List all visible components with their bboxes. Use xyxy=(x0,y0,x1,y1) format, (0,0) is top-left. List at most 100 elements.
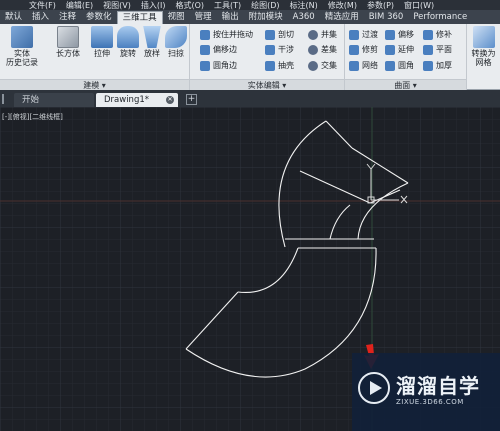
shell-icon xyxy=(265,60,275,71)
tab-start[interactable]: 开始 xyxy=(14,93,94,107)
interfere-icon xyxy=(265,44,275,55)
tab-featured-apps[interactable]: 精选应用 xyxy=(320,11,364,24)
menu-view[interactable]: 视图(V) xyxy=(98,0,136,11)
box-label: 长方体 xyxy=(56,49,80,58)
outer-arc-upper xyxy=(278,120,327,248)
thicken-button[interactable]: 加厚 xyxy=(423,59,452,72)
ribbon: 实体 历史记录 长方体 拉伸 旋转 放样 扫掠 建模 ▾ 按住并拖动 偏移边 圆… xyxy=(0,24,500,90)
network-icon xyxy=(349,60,359,71)
extend-button[interactable]: 延伸 xyxy=(385,43,414,56)
tab-start-label: 开始 xyxy=(22,95,40,105)
menu-tools[interactable]: 工具(T) xyxy=(209,0,246,11)
intersect-icon xyxy=(308,60,318,71)
network-label: 网络 xyxy=(362,61,378,70)
offset-surface-button[interactable]: 偏移 xyxy=(385,28,414,41)
panel-surface: 过渡 修剪 网络 偏移 延伸 圆角 修补 平面 加厚 曲面 ▾ xyxy=(345,24,467,90)
new-tab-plus-icon[interactable]: + xyxy=(186,94,197,105)
interfere-button[interactable]: 干涉 xyxy=(265,43,294,56)
convert-to-mesh-label: 转换为 网格 xyxy=(471,49,496,67)
tab-annotate[interactable]: 注释 xyxy=(54,11,81,24)
tab-drawing1[interactable]: Drawing1* ✕ xyxy=(96,93,178,107)
union-button[interactable]: 并集 xyxy=(308,28,337,41)
fillet-surface-button[interactable]: 圆角 xyxy=(385,59,414,72)
panel-modeling: 实体 历史记录 长方体 拉伸 旋转 放样 扫掠 建模 ▾ xyxy=(0,24,190,90)
panel-convert: 转换为 网格 xyxy=(467,24,500,90)
shell-label: 抽壳 xyxy=(278,61,294,70)
mesh-icon xyxy=(472,26,495,48)
top-edge xyxy=(325,120,353,149)
fillet-edge-button[interactable]: 圆角边 xyxy=(200,59,237,72)
subtract-button[interactable]: 差集 xyxy=(308,43,337,56)
tab-3d-tools[interactable]: 三维工具 xyxy=(116,11,163,24)
planar-button[interactable]: 平面 xyxy=(423,43,452,56)
offset-surface-icon xyxy=(385,29,395,40)
tab-drawing1-label: Drawing1* xyxy=(104,95,150,105)
tab-default[interactable]: 默认 xyxy=(0,11,27,24)
blend-button[interactable]: 过渡 xyxy=(349,28,378,41)
ribbon-tab-bar: 默认 插入 注释 参数化 三维工具 视图 管理 输出 附加模块 A360 精选应… xyxy=(0,10,500,24)
presspull-button[interactable]: 按住并拖动 xyxy=(200,28,253,41)
outer-arc-lower xyxy=(185,247,377,378)
trim-button[interactable]: 修补 xyxy=(423,28,452,41)
close-icon[interactable]: ✕ xyxy=(166,96,174,104)
sweep-icon xyxy=(165,26,187,48)
tab-output[interactable]: 输出 xyxy=(217,11,244,24)
fillet-surface-label: 圆角 xyxy=(398,61,414,70)
offset-edge-button[interactable]: 偏移边 xyxy=(200,43,237,56)
solid-history-button[interactable]: 实体 历史记录 xyxy=(4,26,40,67)
tab-parametric[interactable]: 参数化 xyxy=(81,11,117,24)
tab-menu-icon[interactable] xyxy=(2,94,10,104)
menu-format[interactable]: 格式(O) xyxy=(170,0,209,11)
network-button[interactable]: 网络 xyxy=(349,59,378,72)
planar-label: 平面 xyxy=(436,45,452,54)
watermark-title: 溜溜自学 xyxy=(396,374,480,398)
union-label: 并集 xyxy=(321,30,337,39)
menu-dimension[interactable]: 标注(N) xyxy=(285,0,323,11)
menu-bar: 文件(F) 编辑(E) 视图(V) 插入(I) 格式(O) 工具(T) 绘图(D… xyxy=(0,0,500,10)
menu-file[interactable]: 文件(F) xyxy=(24,0,61,11)
menu-insert[interactable]: 插入(I) xyxy=(136,0,171,11)
panel-solid-editing: 按住并拖动 偏移边 圆角边 剖切 干涉 抽壳 并集 差集 交集 实体编辑 ▾ xyxy=(190,24,345,90)
union-icon xyxy=(308,29,318,40)
presspull-icon xyxy=(200,29,210,40)
blend-label: 过渡 xyxy=(362,30,378,39)
offset-surface-label: 偏移 xyxy=(398,30,414,39)
document-tab-bar: 开始 Drawing1* ✕ + xyxy=(0,90,500,107)
sweep-label: 扫掠 xyxy=(168,49,184,58)
shell-button[interactable]: 抽壳 xyxy=(265,59,294,72)
menu-window[interactable]: 窗口(W) xyxy=(399,0,439,11)
convert-to-mesh-button[interactable]: 转换为 网格 xyxy=(467,26,500,67)
slice-icon xyxy=(265,29,275,40)
menu-draw[interactable]: 绘图(D) xyxy=(246,0,284,11)
patch-button[interactable]: 修剪 xyxy=(349,43,378,56)
tab-insert[interactable]: 插入 xyxy=(27,11,54,24)
trim-icon xyxy=(423,29,433,40)
slice-button[interactable]: 剖切 xyxy=(265,28,294,41)
box-icon xyxy=(57,26,79,48)
tab-addins[interactable]: 附加模块 xyxy=(244,11,288,24)
tab-a360[interactable]: A360 xyxy=(288,11,320,24)
patch-icon xyxy=(349,44,359,55)
viewport-controls-label[interactable]: [-][俯视][二维线框] xyxy=(2,112,63,122)
menu-modify[interactable]: 修改(M) xyxy=(323,0,362,11)
panel-modeling-title[interactable]: 建模 ▾ xyxy=(0,79,189,90)
blend-icon xyxy=(349,29,359,40)
box-button[interactable]: 长方体 xyxy=(50,26,86,58)
menu-parametric[interactable]: 参数(P) xyxy=(362,0,399,11)
intersect-button[interactable]: 交集 xyxy=(308,59,337,72)
sweep-button[interactable]: 扫掠 xyxy=(158,26,194,58)
panel-solid-editing-title[interactable]: 实体编辑 ▾ xyxy=(190,79,344,90)
thicken-icon xyxy=(423,60,433,71)
panel-surface-title[interactable]: 曲面 ▾ xyxy=(345,79,466,90)
subtract-icon xyxy=(308,44,318,55)
tab-bim360[interactable]: BIM 360 xyxy=(364,11,409,24)
menu-edit[interactable]: 编辑(E) xyxy=(61,0,98,11)
tab-performance[interactable]: Performance xyxy=(408,11,472,24)
fillet-surface-icon xyxy=(385,60,395,71)
extend-label: 延伸 xyxy=(398,45,414,54)
app-menu-icon[interactable] xyxy=(0,0,24,10)
tab-manage[interactable]: 管理 xyxy=(190,11,217,24)
inner-arc-lower xyxy=(237,247,299,294)
tab-view[interactable]: 视图 xyxy=(163,11,190,24)
fillet-edge-label: 圆角边 xyxy=(213,61,237,70)
